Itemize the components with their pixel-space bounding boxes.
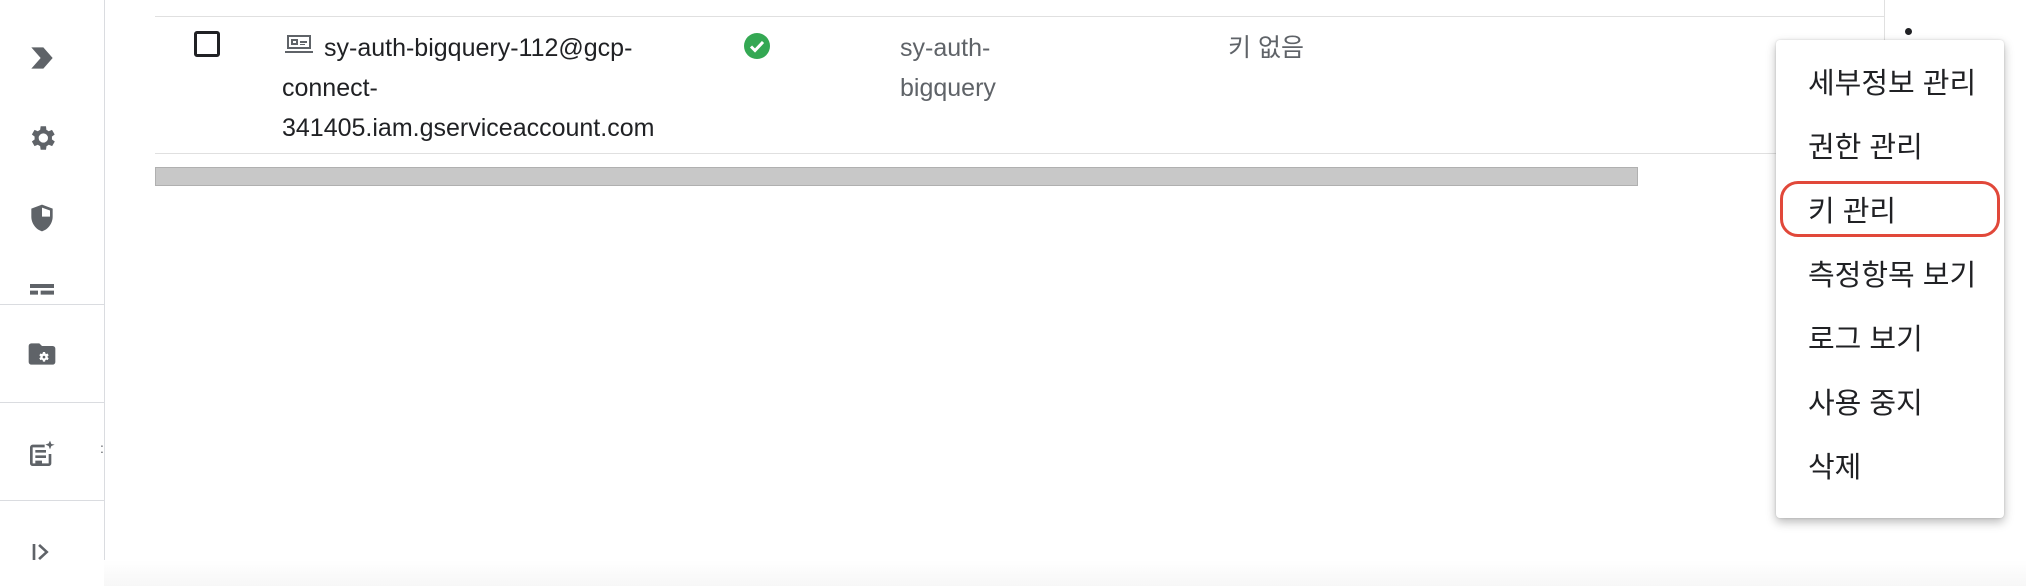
menu-item-disable[interactable]: 사용 중지: [1776, 372, 2004, 436]
menu-item-manage-keys[interactable]: 키 관리: [1776, 180, 2004, 244]
table-row-divider: [155, 16, 1885, 17]
menu-item-delete[interactable]: 삭제: [1776, 436, 2004, 500]
email-line: connect-: [282, 74, 378, 102]
column-divider: [1884, 0, 1885, 40]
menu-item-view-metrics[interactable]: 측정항목 보기: [1776, 244, 2004, 308]
service-account-name: sy-auth- bigquery: [900, 28, 1060, 108]
horizontal-scrollbar[interactable]: [155, 167, 1638, 186]
table-row-divider: [155, 153, 1885, 154]
row-actions-menu: 세부정보 관리 권한 관리 키 관리 측정항목 보기 로그 보기 사용 중지 삭…: [1776, 40, 2004, 518]
notes-icon[interactable]: [22, 434, 62, 474]
row-checkbox[interactable]: [194, 31, 220, 57]
check-circle-icon: [743, 32, 771, 60]
email-line: 341405.iam.gserviceaccount.com: [282, 114, 655, 142]
chevron-right-icon[interactable]: [22, 38, 62, 78]
name-line: bigquery: [900, 74, 996, 102]
service-account-email[interactable]: sy-auth-bigquery-112@gcp- connect- 34140…: [282, 28, 702, 148]
key-status: 키 없음: [1228, 34, 1304, 62]
shield-icon[interactable]: [22, 198, 62, 238]
menu-item-view-logs[interactable]: 로그 보기: [1776, 308, 2004, 372]
divider: [0, 500, 104, 501]
name-line: sy-auth-: [900, 34, 991, 62]
divider: [0, 402, 104, 403]
list-icon[interactable]: [22, 276, 62, 304]
divider: [0, 304, 104, 305]
left-nav-rail: :: [0, 0, 105, 586]
more-actions-icon[interactable]: [1905, 28, 1912, 35]
menu-item-manage-details[interactable]: 세부정보 관리: [1776, 52, 2004, 116]
menu-item-manage-permissions[interactable]: 권한 관리: [1776, 116, 2004, 180]
email-line: sy-auth-bigquery-112@gcp-: [324, 34, 633, 62]
folder-gear-icon[interactable]: [22, 334, 62, 374]
expand-icon[interactable]: [22, 532, 62, 572]
bottom-shade: [104, 560, 2026, 586]
gear-icon[interactable]: [22, 118, 62, 158]
collapsed-label-fragment: :: [100, 440, 104, 456]
